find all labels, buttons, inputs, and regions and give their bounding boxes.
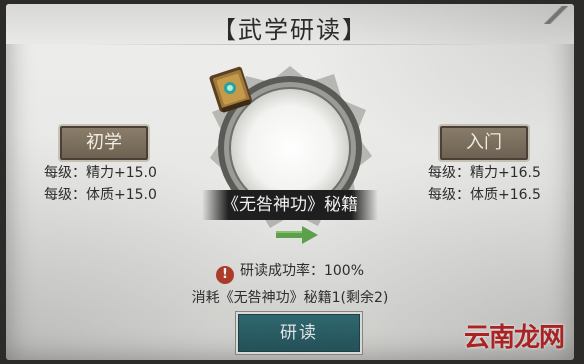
title-divider: [76, 44, 504, 45]
book-name: 《无咎神功》秘籍: [202, 190, 378, 220]
current-stat-line: 每级：体质+15.0: [44, 187, 157, 203]
book-icon: [209, 66, 252, 113]
study-dialog: 【武学研读】 初学 每级：精力+15.0 每级：体质+15.0 入门 每级：精力…: [6, 4, 574, 360]
dialog-title: 【武学研读】: [212, 16, 368, 44]
watermark-logo: 云南龙网: [440, 314, 565, 354]
next-level-stats: 每级：精力+16.5 每级：体质+16.5: [428, 162, 541, 206]
next-stat-line: 每级：精力+16.5: [428, 165, 541, 181]
success-rate-text: 研读成功率：100%: [239, 263, 365, 279]
title-bar: 【武学研读】: [6, 4, 574, 44]
arrow-right-icon: [276, 226, 318, 244]
current-stat-line: 每级：精力+15.0: [44, 165, 157, 181]
warning-icon: !: [215, 266, 234, 284]
consume-info: 消耗《无咎神功》秘籍1(剩余2): [191, 290, 389, 306]
watermark-text: 云南龙网: [463, 323, 565, 353]
current-level-badge: 初学: [60, 126, 148, 160]
next-level-badge: 入门: [440, 126, 528, 160]
current-level-stats: 每级：精力+15.0 每级：体质+15.0: [44, 162, 157, 206]
close-button[interactable]: [544, 6, 568, 24]
next-stat-line: 每级：体质+16.5: [428, 187, 541, 203]
study-button[interactable]: 研读: [238, 314, 360, 352]
success-rate: ! 研读成功率：100%: [6, 260, 574, 284]
